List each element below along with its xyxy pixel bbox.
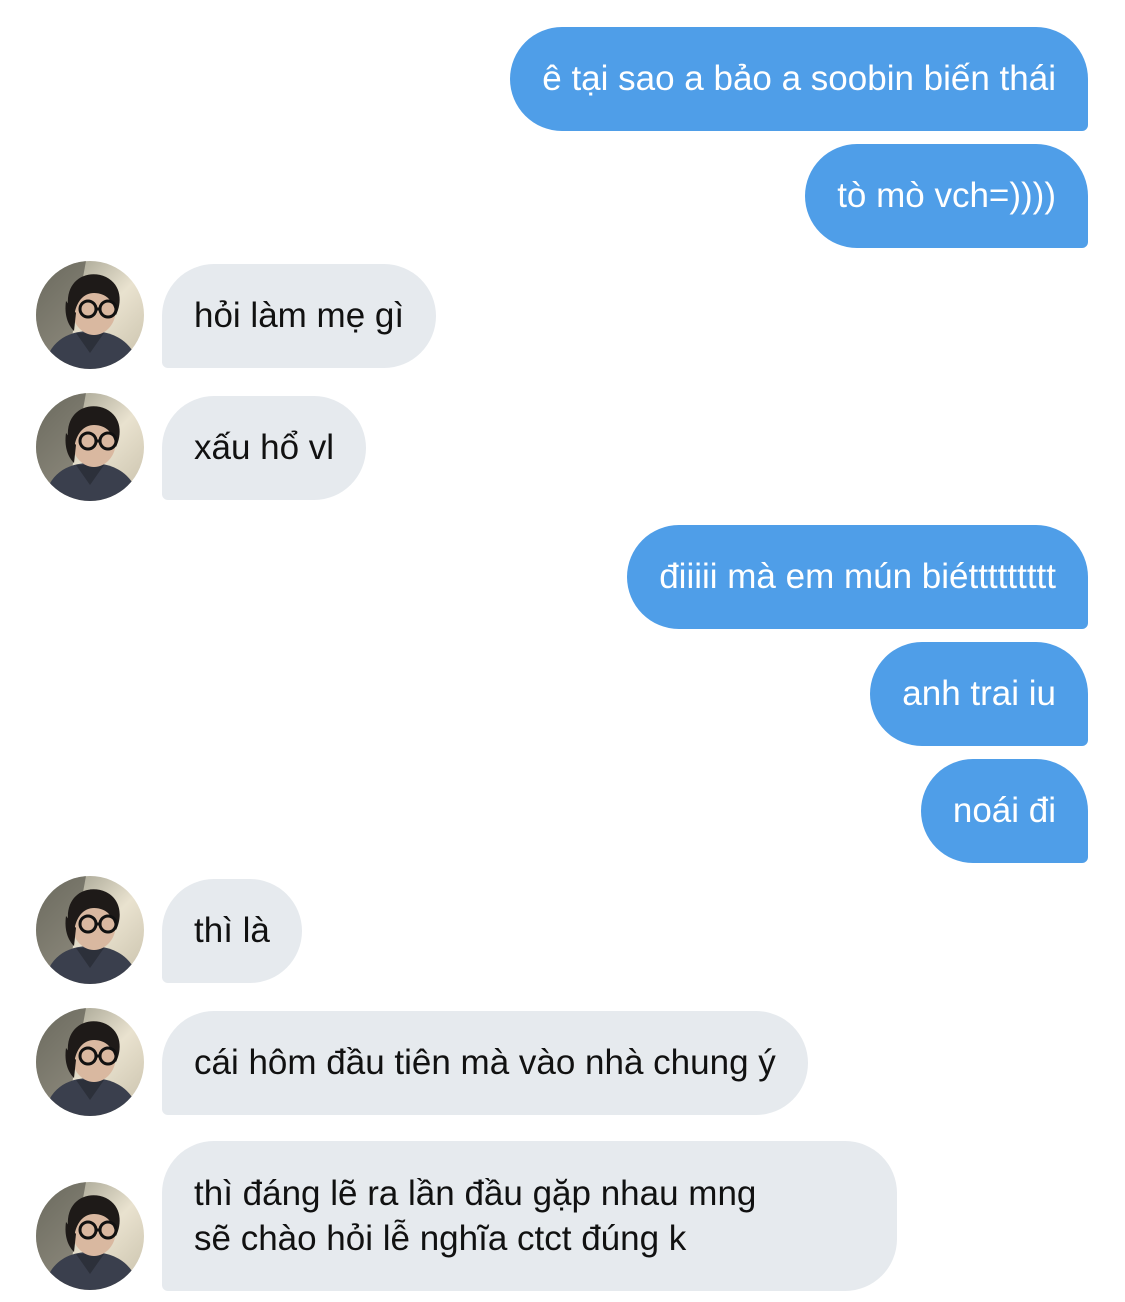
contact-avatar[interactable] (36, 1182, 144, 1290)
message-row: điiiii mà em mún biéttttttttt (0, 525, 1125, 629)
sent-message-bubble[interactable]: anh trai iu (870, 642, 1088, 746)
contact-avatar[interactable] (36, 1008, 144, 1116)
message-row: hỏi làm mẹ gì (0, 264, 1125, 368)
contact-avatar[interactable] (36, 393, 144, 501)
avatar-photo-icon (36, 1182, 144, 1290)
received-message-bubble[interactable]: hỏi làm mẹ gì (162, 264, 437, 368)
sent-message-bubble[interactable]: ê tại sao a bảo a soobin biến thái (510, 27, 1088, 131)
message-line: thì đáng lẽ ra lần đầu gặp nhau mng (194, 1174, 757, 1213)
contact-avatar[interactable] (36, 261, 144, 369)
avatar-photo-icon (36, 876, 144, 984)
avatar-photo-icon (36, 393, 144, 501)
received-message-bubble[interactable]: thì đáng lẽ ra lần đầu gặp nhau mng sẽ c… (162, 1141, 897, 1291)
message-row: ê tại sao a bảo a soobin biến thái (0, 27, 1125, 131)
message-row: xấu hổ vl (0, 396, 1125, 500)
sent-message-bubble[interactable]: điiiii mà em mún biéttttttttt (627, 525, 1088, 629)
message-line: sẽ chào hỏi lễ nghĩa ctct đúng k (194, 1219, 687, 1258)
contact-avatar[interactable] (36, 876, 144, 984)
message-row: anh trai iu (0, 642, 1125, 746)
sent-message-bubble[interactable]: tò mò vch=)))) (805, 144, 1088, 248)
message-row: thì đáng lẽ ra lần đầu gặp nhau mng sẽ c… (0, 1141, 1125, 1291)
received-message-bubble[interactable]: xấu hổ vl (162, 396, 367, 500)
message-row: thì là (0, 879, 1125, 983)
message-row: tò mò vch=)))) (0, 144, 1125, 248)
avatar-photo-icon (36, 1008, 144, 1116)
message-row: cái hôm đầu tiên mà vào nhà chung ý (0, 1011, 1125, 1115)
received-message-bubble[interactable]: thì là (162, 879, 302, 983)
received-message-bubble[interactable]: cái hôm đầu tiên mà vào nhà chung ý (162, 1011, 808, 1115)
avatar-photo-icon (36, 261, 144, 369)
message-row: noái đi (0, 759, 1125, 863)
sent-message-bubble[interactable]: noái đi (920, 759, 1088, 863)
